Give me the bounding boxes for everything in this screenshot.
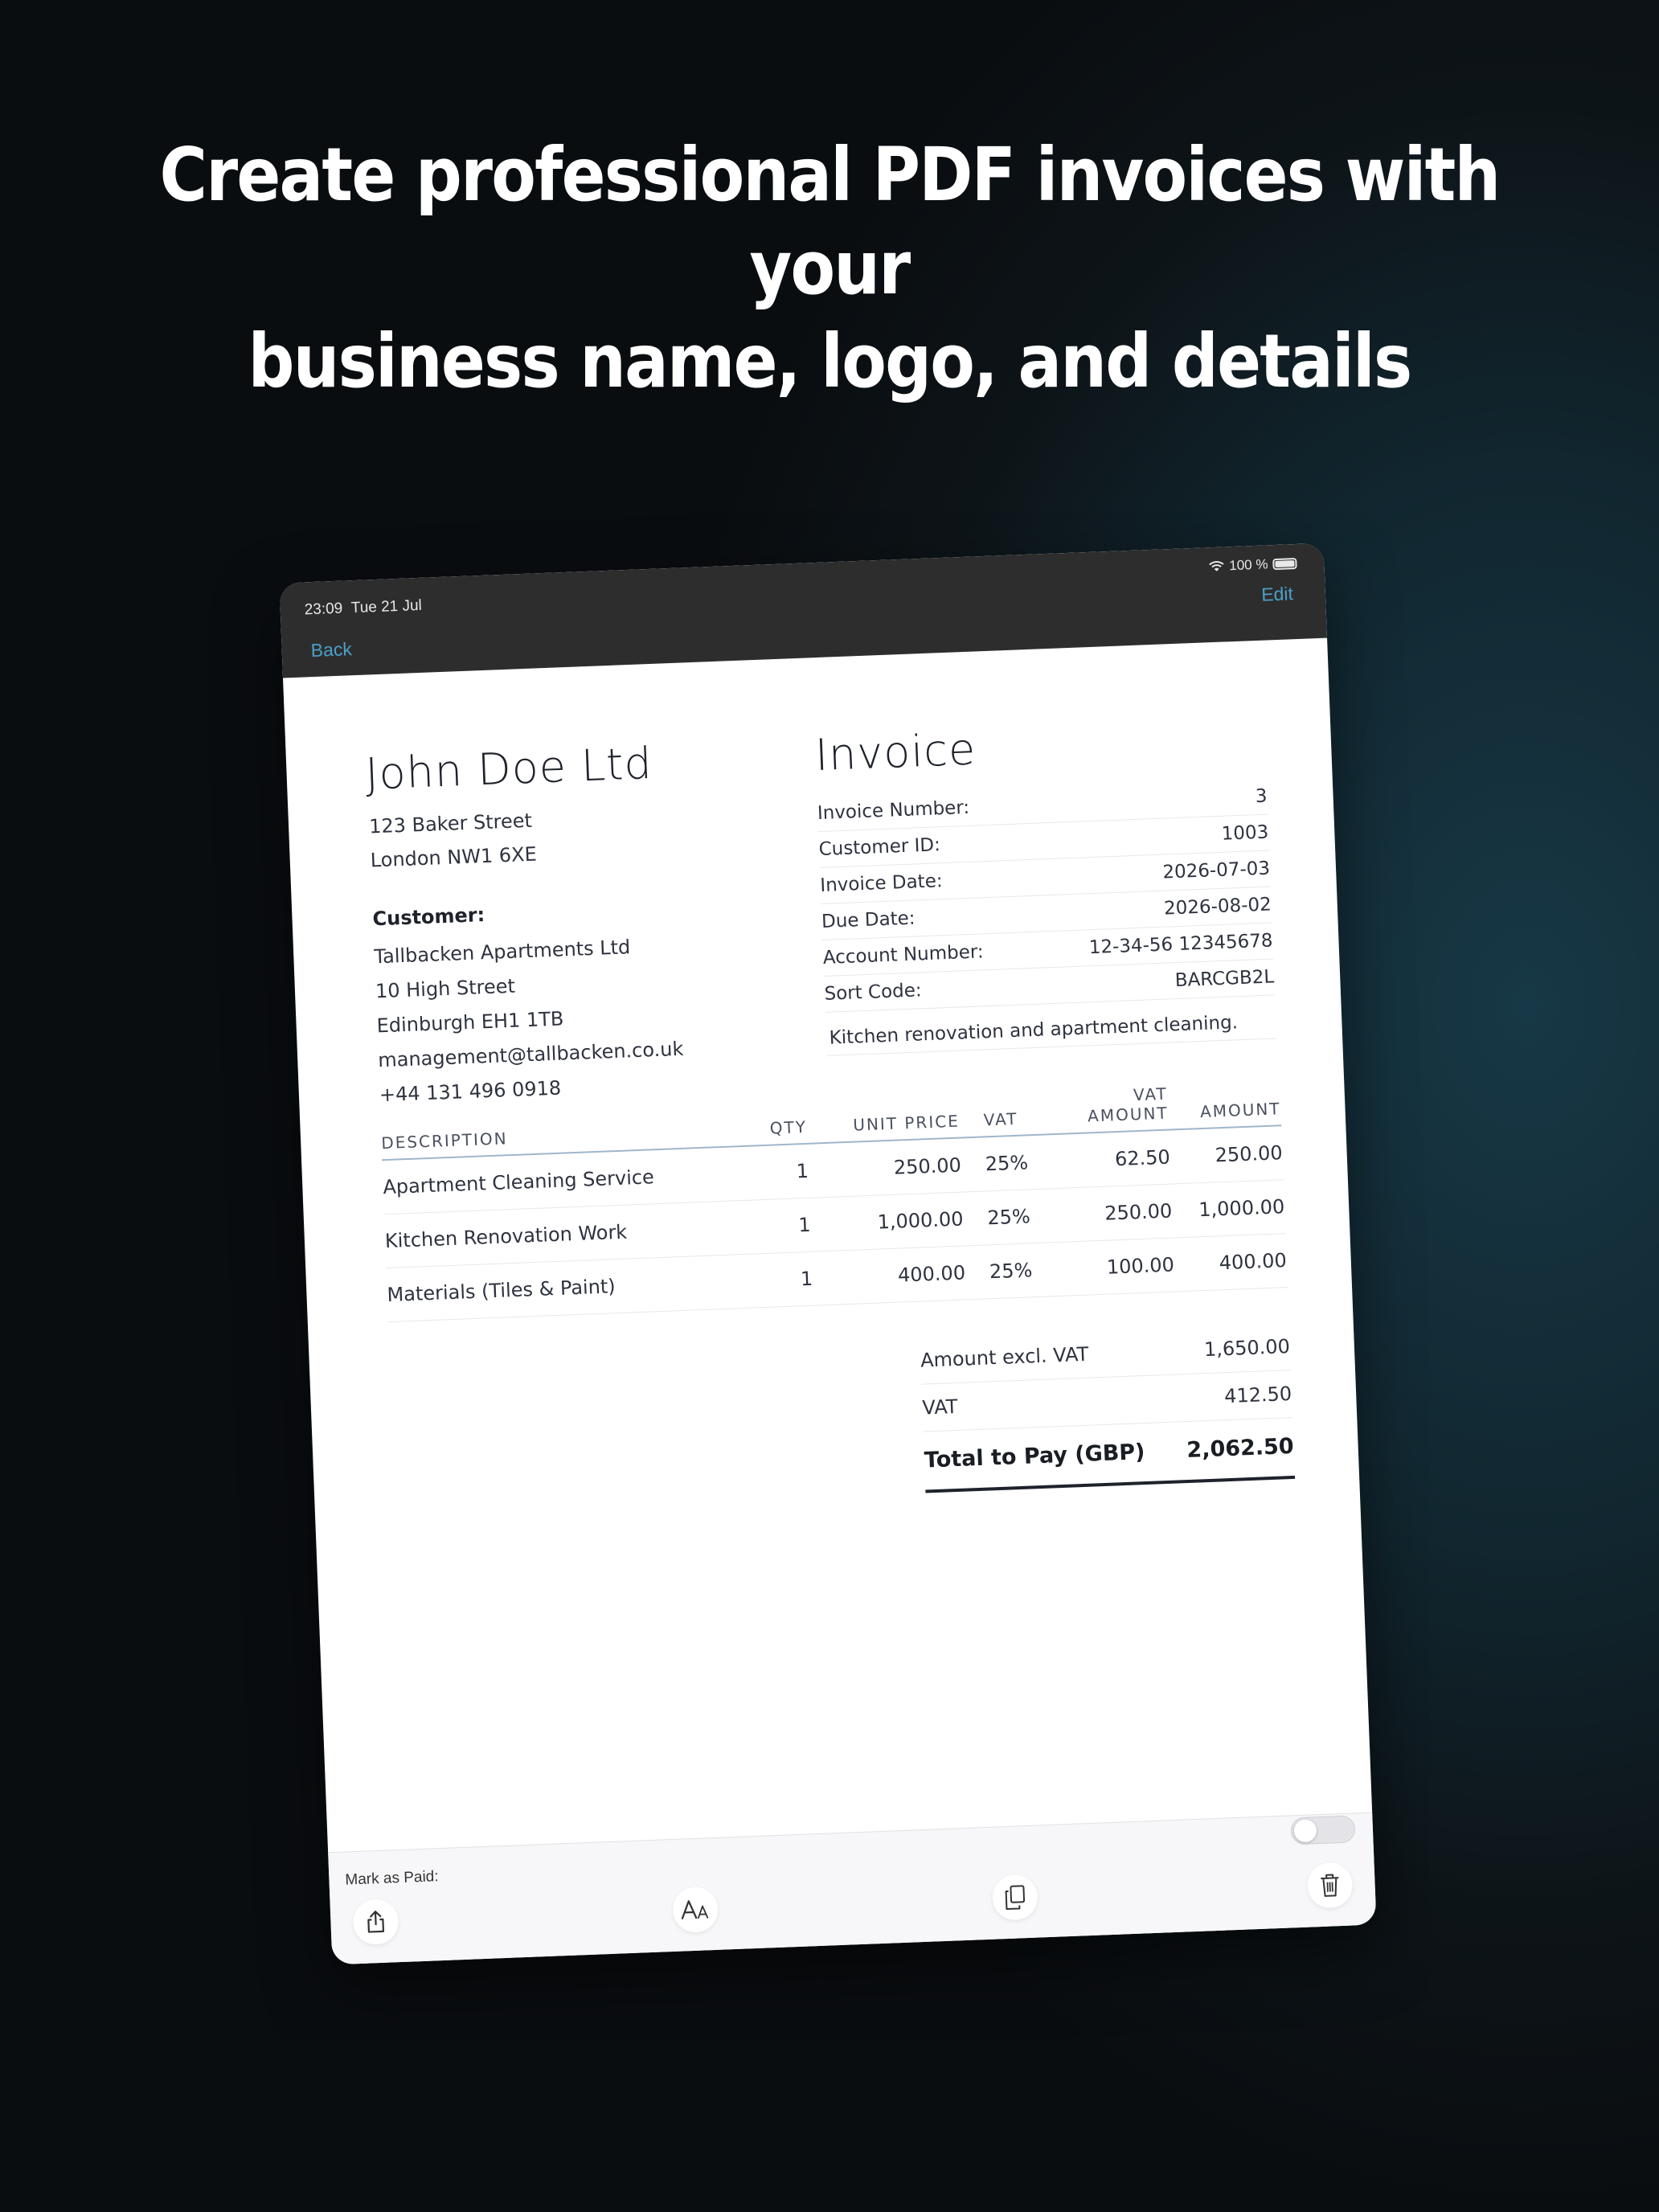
- status-time: 23:09: [304, 600, 343, 619]
- header-qty: QTY: [769, 1116, 808, 1138]
- cell-qty: 1: [796, 1159, 809, 1183]
- invoice-note: Kitchen renovation and apartment cleanin…: [825, 1003, 1277, 1056]
- cell-description: Materials (Tiles & Paint): [387, 1275, 616, 1307]
- bottom-toolbar: Mark as Paid:: [328, 1812, 1377, 1965]
- text-size-button[interactable]: [672, 1886, 719, 1933]
- status-date: Tue 21 Jul: [350, 596, 423, 617]
- line-items-table: DESCRIPTION QTY UNIT PRICE VAT VAT AMOUN…: [379, 1078, 1288, 1323]
- business-name: John Doe Ltd: [364, 737, 653, 800]
- meta-label: Due Date:: [821, 907, 916, 932]
- cell-qty: 1: [797, 1213, 812, 1237]
- business-address-line-2: London NW1 6XE: [370, 842, 538, 872]
- meta-value: 1003: [1221, 821, 1269, 845]
- meta-label: Invoice Date:: [819, 870, 944, 897]
- meta-label: Customer ID:: [818, 834, 941, 861]
- status-clock: 23:09 Tue 21 Jul: [304, 597, 422, 620]
- total-to-pay-label: Total to Pay (GBP): [924, 1440, 1146, 1473]
- total-excl-vat-label: Amount excl. VAT: [920, 1342, 1089, 1372]
- mark-as-paid-label: Mark as Paid:: [345, 1868, 439, 1889]
- cell-description: Apartment Cleaning Service: [382, 1165, 655, 1199]
- totals-block: Amount excl. VAT 1,650.00 VAT 412.50 Tot…: [920, 1323, 1296, 1493]
- business-address: 123 Baker Street London NW1 6XE: [368, 804, 538, 878]
- status-indicators: 100 %: [1208, 555, 1297, 575]
- cell-unit-price: 250.00: [893, 1153, 962, 1179]
- meta-label: Account Number:: [822, 941, 985, 969]
- header-vat-amount: VAT AMOUNT: [1087, 1083, 1169, 1126]
- meta-value: 2026-08-02: [1163, 894, 1272, 920]
- trash-icon: [1321, 1874, 1339, 1897]
- copy-icon: [1005, 1885, 1026, 1911]
- customer-label: Customer:: [372, 903, 485, 931]
- tablet-screen: 23:09 Tue 21 Jul 100 % Back Edit John Do…: [279, 543, 1377, 1965]
- toggle-knob: [1293, 1819, 1317, 1843]
- headline-line-2: business name, logo, and details: [248, 318, 1413, 404]
- copy-button[interactable]: [991, 1874, 1038, 1921]
- cell-vat: 25%: [985, 1151, 1029, 1176]
- header-unit-price: UNIT PRICE: [852, 1111, 961, 1135]
- cell-unit-price: 1,000.00: [877, 1207, 964, 1234]
- back-button[interactable]: Back: [310, 638, 352, 662]
- meta-value: 12-34-56 12345678: [1088, 930, 1273, 959]
- cell-amount: 250.00: [1215, 1141, 1284, 1167]
- cell-amount: 400.00: [1219, 1249, 1288, 1275]
- cell-vat-amount: 250.00: [1104, 1199, 1173, 1225]
- cell-unit-price: 400.00: [897, 1261, 966, 1287]
- invoice-meta: Invoice Number: 3 Customer ID: 1003 Invo…: [817, 778, 1276, 1013]
- meta-value: 3: [1255, 785, 1268, 808]
- total-excl-vat-value: 1,650.00: [1203, 1335, 1291, 1362]
- meta-label: Invoice Number:: [817, 797, 970, 825]
- battery-percent: 100 %: [1228, 556, 1268, 574]
- headline-line-1: Create professional PDF invoices with yo…: [159, 132, 1501, 311]
- customer-details: Tallbacken Apartments Ltd 10 High Street…: [374, 928, 686, 1112]
- invoice-title: Invoice: [813, 723, 977, 781]
- header-vat: VAT: [983, 1108, 1018, 1130]
- meta-value: 2026-07-03: [1161, 858, 1271, 883]
- cell-vat-amount: 62.50: [1114, 1145, 1171, 1171]
- cell-vat-amount: 100.00: [1106, 1253, 1175, 1279]
- delete-button[interactable]: [1306, 1862, 1354, 1909]
- header-description: DESCRIPTION: [380, 1129, 509, 1153]
- cell-amount: 1,000.00: [1198, 1195, 1285, 1222]
- headline: Create professional PDF invoices with yo…: [100, 129, 1559, 408]
- total-to-pay-value: 2,062.50: [1186, 1433, 1295, 1464]
- total-vat-label: VAT: [921, 1395, 959, 1419]
- wifi-icon: [1209, 561, 1224, 571]
- navigation-bar: 23:09 Tue 21 Jul 100 % Back Edit: [279, 543, 1328, 678]
- cell-description: Kitchen Renovation Work: [384, 1220, 628, 1253]
- battery-icon: [1272, 557, 1297, 571]
- cell-vat: 25%: [986, 1205, 1031, 1230]
- meta-label: Sort Code:: [824, 980, 923, 1005]
- header-amount: AMOUNT: [1199, 1099, 1281, 1122]
- edit-button[interactable]: Edit: [1261, 583, 1294, 606]
- total-to-pay-row: Total to Pay (GBP) 2,062.50: [923, 1417, 1296, 1493]
- meta-value: BARCGB2L: [1174, 966, 1275, 992]
- text-size-icon: [681, 1900, 709, 1919]
- cell-vat: 25%: [989, 1259, 1033, 1284]
- share-icon: [367, 1911, 385, 1933]
- cell-qty: 1: [800, 1267, 813, 1291]
- mark-as-paid-toggle[interactable]: [1290, 1815, 1356, 1845]
- total-vat-value: 412.50: [1223, 1382, 1292, 1408]
- share-button[interactable]: [352, 1899, 399, 1946]
